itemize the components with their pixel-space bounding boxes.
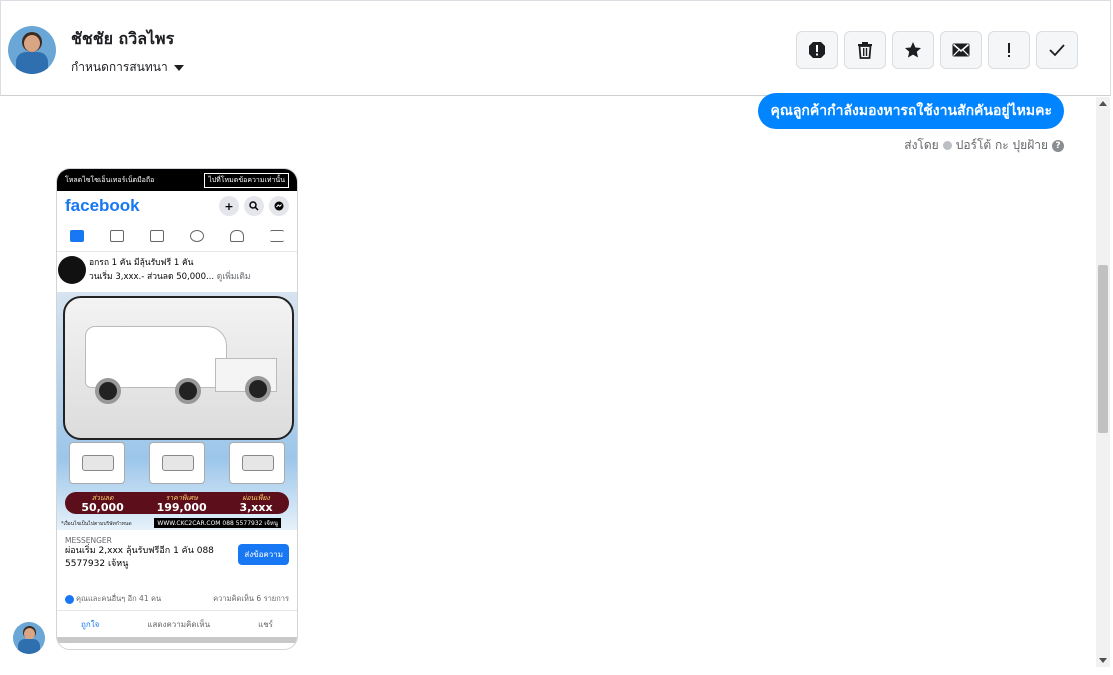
star-icon (905, 42, 921, 58)
check-icon (1049, 44, 1065, 57)
sender-avatar[interactable] (13, 622, 45, 654)
sent-status-icon (942, 141, 952, 150)
incoming-image-attachment[interactable]: โหลดไซโซเอ็นเทอร์เน็ตมือถือ ไปที่โหมดข้อ… (56, 168, 298, 650)
assign-label: กำหนดการสนทนา (71, 60, 168, 74)
ad-disclaimer: *เงื่อนไขเป็นไปตามบริษัทกำหนด (61, 521, 132, 527)
marketplace-icon (150, 230, 164, 242)
ad-cta: MESSENGER ผ่อนเริ่ม 2,xxx ลุ้นรับฟรีอีก … (57, 530, 297, 582)
follow-up-button[interactable] (988, 31, 1030, 69)
comment-action: แสดงความคิดเห็น (147, 619, 211, 629)
fb-logo: facebook (65, 196, 140, 215)
truck-thumbnail (149, 442, 205, 484)
ad-url: WWW.CKC2CAR.COM 088 5577932 เจ้หนู (154, 518, 281, 528)
bell-icon (230, 230, 244, 242)
truck-photo (63, 296, 294, 440)
contact-name[interactable]: ชัชชัย ถวิลไพร (71, 27, 174, 52)
video-icon (110, 230, 124, 242)
post-more: ดูเพิ่มเติม (216, 272, 251, 282)
home-icon (70, 230, 84, 242)
like-action: ถูกใจ (81, 619, 100, 629)
truck-thumbnail (69, 442, 125, 484)
post-line-2: วนเริ่ม 3,xxx.- ส่วนลด 50,000... (89, 272, 215, 282)
header-actions (796, 31, 1078, 69)
fb-post-header: อกรถ 1 คัน มีลุ้นรับฟรี 1 คัน วนเริ่ม 3,… (57, 252, 297, 292)
fb-post-actions: ถูกใจ แสดงความคิดเห็น แชร์ (57, 611, 297, 637)
truck-thumbnail (229, 442, 285, 484)
phone-topbar: โหลดไซโซเอ็นเทอร์เน็ตมือถือ ไปที่โหมดข้อ… (57, 169, 297, 191)
caret-down-icon (173, 64, 184, 71)
reactions-count: คุณและคนอื่นๆ อีก 41 คน (76, 594, 162, 603)
envelope-icon (952, 43, 970, 57)
price-value: 199,000 (156, 501, 207, 514)
assign-conversation-dropdown[interactable]: กำหนดการสนทนา (71, 58, 184, 77)
messenger-icon (269, 196, 289, 216)
conversation-header: ชัชชัย ถวิลไพร กำหนดการสนทนา (0, 0, 1111, 96)
reactions-bar: คุณและคนอื่นๆ อีก 41 คน ความคิดเห็น 6 รา… (57, 588, 297, 611)
send-message-button: ส่งข้อความ (238, 544, 289, 565)
fb-header: facebook + (57, 191, 297, 221)
dating-heart-icon (190, 230, 204, 242)
plus-icon: + (219, 196, 239, 216)
post-line-1: อกรถ 1 คัน มีลุ้นรับฟรี 1 คัน (89, 258, 194, 268)
page-avatar (58, 256, 86, 284)
phone-topbar-button: ไปที่โหมดข้อความเท่านั้น (204, 172, 289, 188)
ad-creative: ส่วนลด 50,000 ราคาพิเศษ 199,000 ผ่อนเพียง 3… (57, 292, 297, 530)
truck-thumbnails (57, 442, 297, 484)
share-action: แชร์ (258, 619, 273, 629)
comments-count: ความคิดเห็น 6 รายการ (213, 594, 289, 603)
price-value: 3,xxx (239, 501, 273, 514)
mark-spam-button[interactable] (796, 31, 838, 69)
fb-nav (57, 221, 297, 252)
spam-icon (809, 42, 825, 58)
delete-button[interactable] (844, 31, 886, 69)
sent-by-name: ปอร์โต้ กะ ปุยฝ้าย (955, 138, 1048, 152)
outgoing-message-bubble[interactable]: คุณลูกค้ากำลังมองหารถใช้งานสักคันอยู่ไหม… (758, 93, 1064, 129)
contact-avatar[interactable] (8, 26, 56, 74)
sent-by-prefix: ส่งโดย (904, 138, 939, 152)
sent-by-line: ส่งโดย ปอร์โต้ กะ ปุยฝ้าย ? (904, 136, 1064, 155)
cta-text: ผ่อนเริ่ม 2,xxx ลุ้นรับฟรีอีก 1 คัน 088 … (65, 546, 214, 569)
scroll-up-arrow-icon[interactable] (1099, 101, 1107, 106)
menu-icon (270, 230, 284, 242)
help-icon[interactable]: ? (1052, 139, 1064, 152)
search-icon (244, 196, 264, 216)
price-value: 50,000 (81, 501, 124, 514)
thread-scrollbar[interactable] (1096, 97, 1110, 667)
star-button[interactable] (892, 31, 934, 69)
price-banner: ส่วนลด 50,000 ราคาพิเศษ 199,000 ผ่อนเพียง 3… (65, 492, 289, 514)
like-icon (65, 594, 74, 604)
exclamation-icon (1008, 43, 1010, 57)
trash-icon (858, 42, 872, 59)
phone-topbar-text: โหลดไซโซเอ็นเทอร์เน็ตมือถือ (65, 175, 155, 184)
scroll-thumb[interactable] (1098, 265, 1108, 433)
mark-unread-button[interactable] (940, 31, 982, 69)
scroll-down-arrow-icon[interactable] (1099, 658, 1107, 663)
mark-done-button[interactable] (1036, 31, 1078, 69)
